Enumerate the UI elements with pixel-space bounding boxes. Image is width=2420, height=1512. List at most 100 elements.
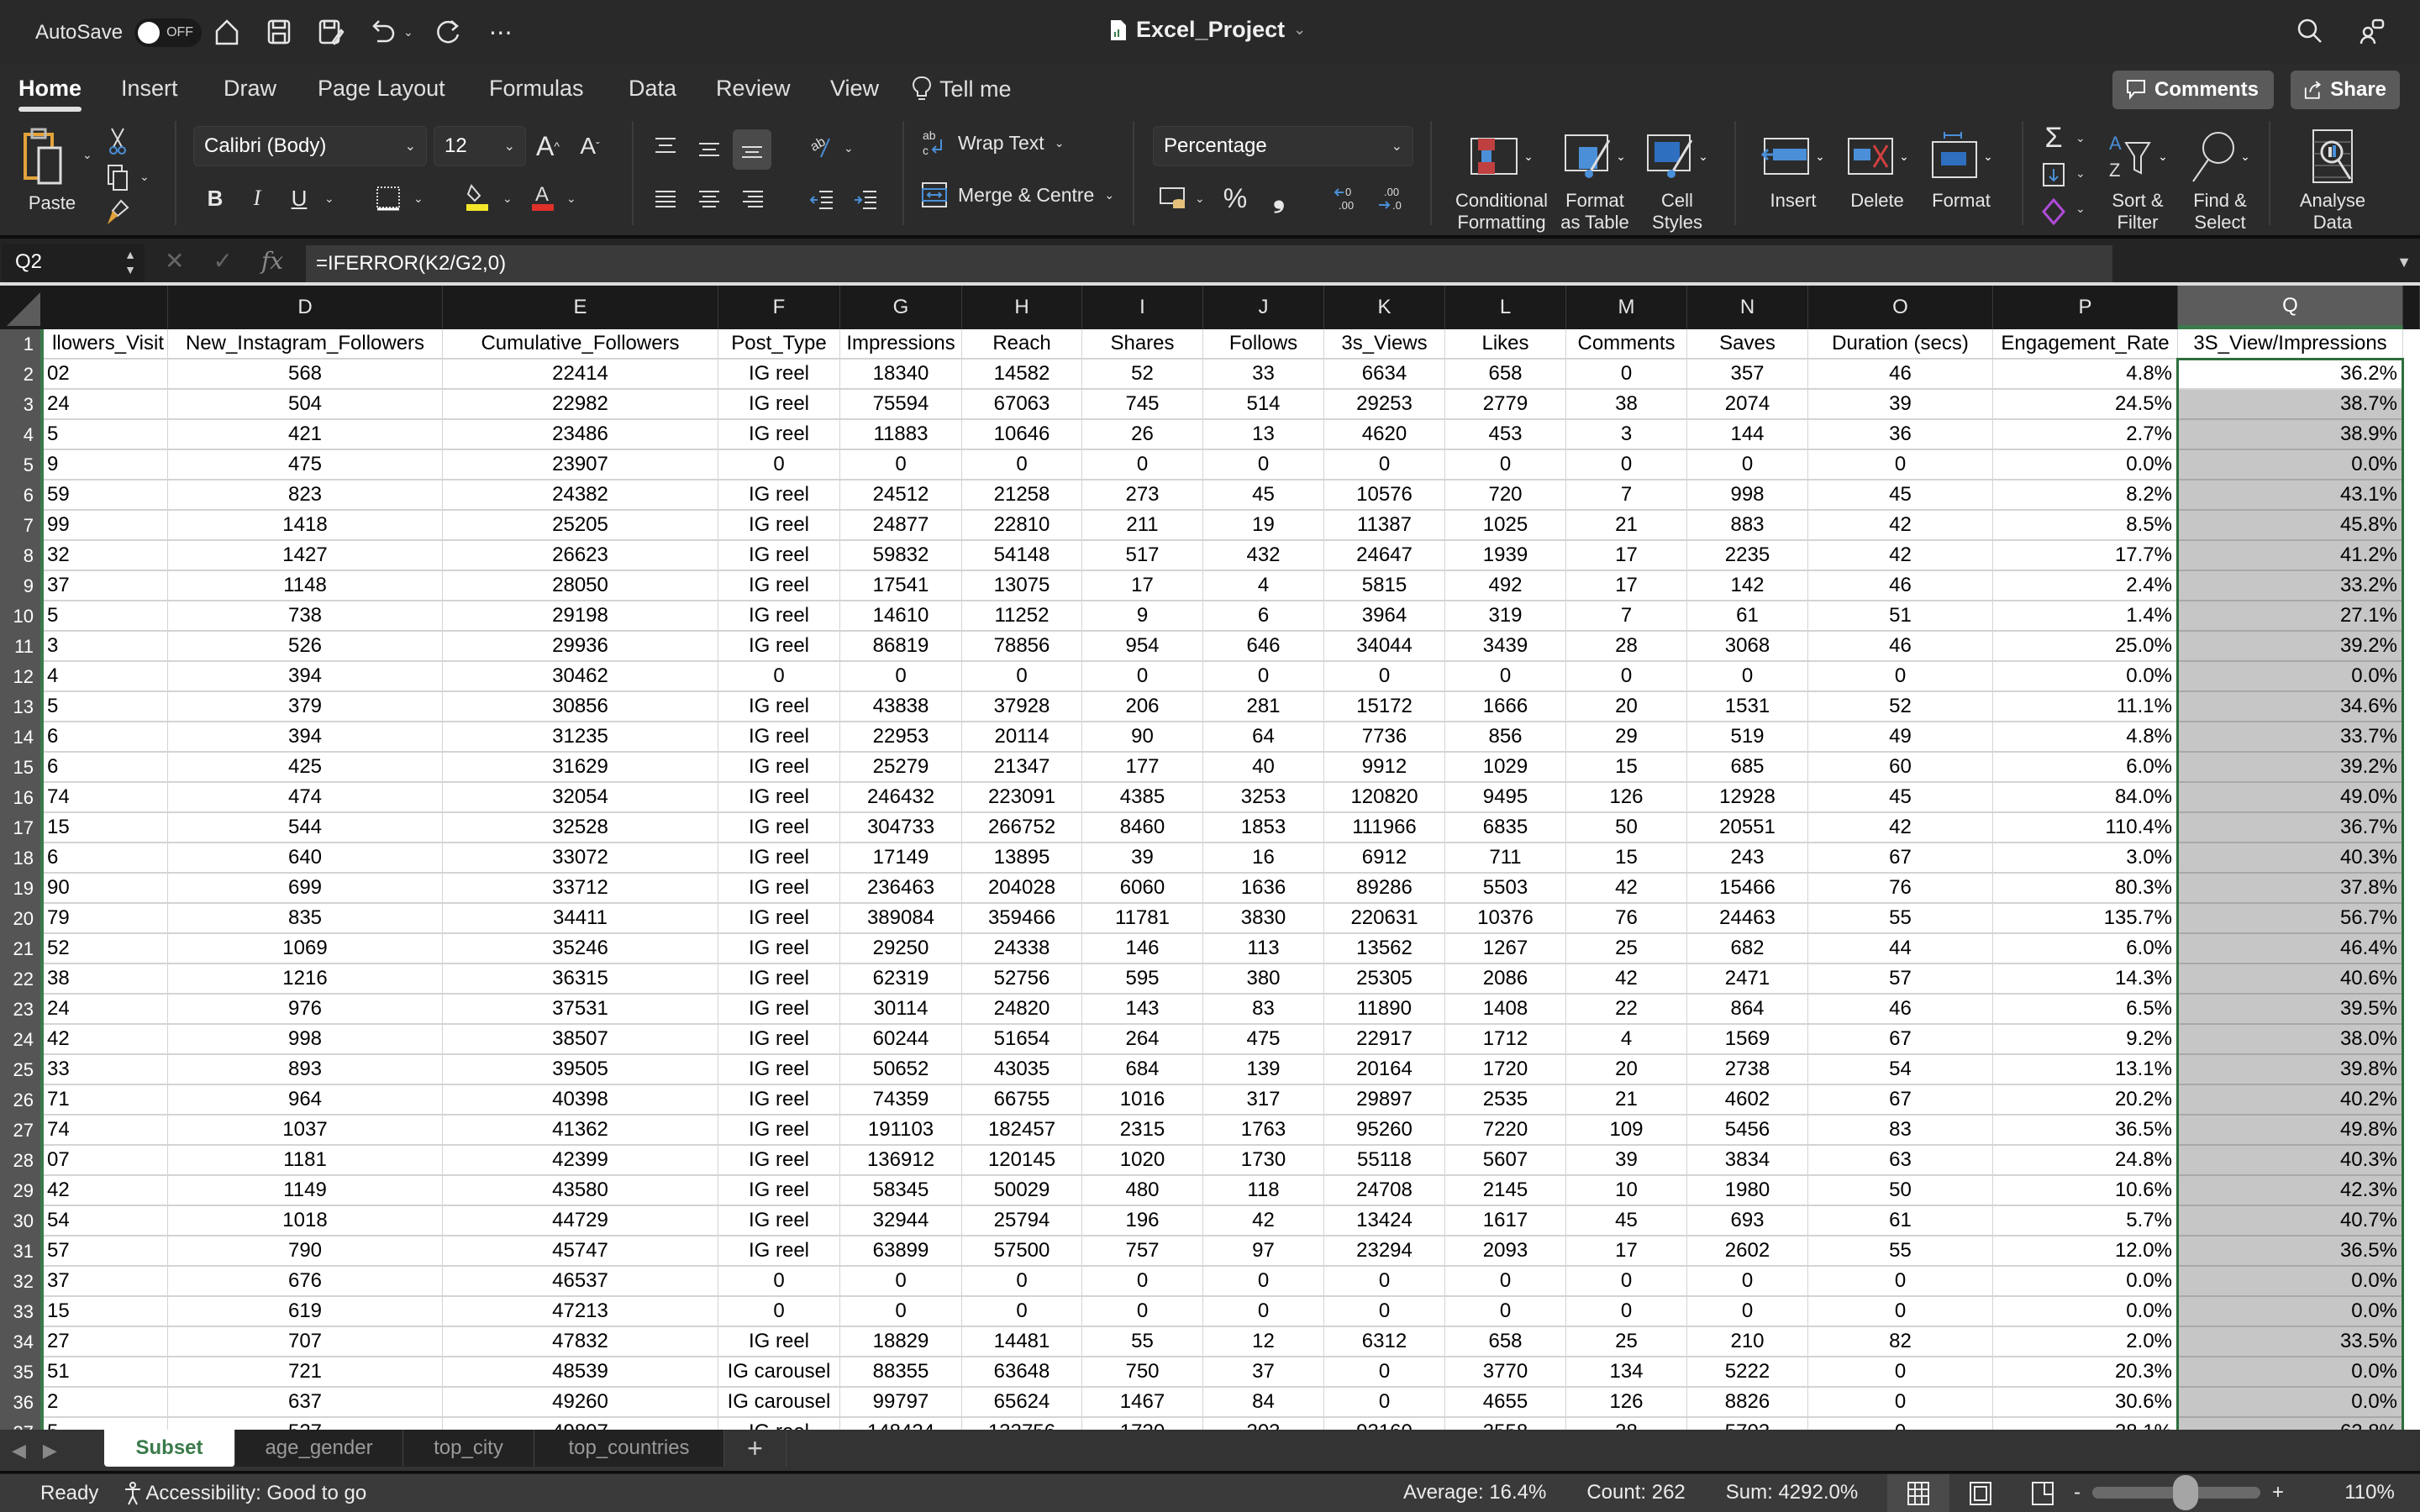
share-button[interactable]: Share xyxy=(2291,71,2400,109)
table-cell[interactable]: 49 xyxy=(1808,722,1993,753)
table-cell[interactable]: 99 xyxy=(44,511,168,541)
table-cell[interactable]: 0 xyxy=(1687,1267,1808,1297)
row-header[interactable]: 14 xyxy=(0,722,44,753)
table-cell[interactable]: 0 xyxy=(1566,360,1687,390)
table-cell[interactable]: 82 xyxy=(1808,1327,1993,1357)
table-cell[interactable]: 11883 xyxy=(840,420,962,450)
table-cell[interactable]: 47832 xyxy=(443,1327,718,1357)
table-cell[interactable]: 24.8% xyxy=(1993,1146,2178,1176)
table-cell[interactable]: 223091 xyxy=(962,783,1082,813)
table-cell[interactable]: 75594 xyxy=(840,390,962,420)
table-cell[interactable]: IG reel xyxy=(718,874,840,904)
increase-decimal-icon[interactable]: 0.00 xyxy=(1331,181,1365,215)
normal-view-button[interactable] xyxy=(1887,1474,1949,1512)
table-cell[interactable]: IG reel xyxy=(718,420,840,450)
table-cell[interactable]: 317 xyxy=(1203,1085,1324,1116)
column-header-H[interactable]: H xyxy=(962,286,1082,329)
undo-icon[interactable] xyxy=(366,15,400,49)
table-cell[interactable]: 28 xyxy=(1566,632,1687,662)
table-cell[interactable]: 43838 xyxy=(840,692,962,722)
table-cell[interactable]: 49.8% xyxy=(2178,1116,2403,1146)
table-cell[interactable]: 38507 xyxy=(443,1025,718,1055)
table-cell[interactable]: 738 xyxy=(168,601,443,632)
table-cell[interactable]: 9912 xyxy=(1324,753,1445,783)
table-cell[interactable]: 20164 xyxy=(1324,1055,1445,1085)
table-cell[interactable]: 110.4% xyxy=(1993,813,2178,843)
table-cell[interactable]: 113 xyxy=(1203,934,1324,964)
table-cell[interactable]: 394 xyxy=(168,722,443,753)
column-header-J[interactable]: J xyxy=(1203,286,1324,329)
table-cell[interactable]: IG carousel xyxy=(718,1357,840,1388)
table-cell[interactable]: 148424 xyxy=(840,1418,962,1430)
table-cell[interactable]: 46 xyxy=(1808,995,1993,1025)
fill-dropdown-icon[interactable]: ⌄ xyxy=(2075,166,2086,181)
table-cell[interactable]: 30856 xyxy=(443,692,718,722)
table-cell[interactable]: 3439 xyxy=(1445,632,1566,662)
table-cell[interactable]: 10576 xyxy=(1324,480,1445,511)
table-cell[interactable]: 17.7% xyxy=(1993,541,2178,571)
table-cell[interactable]: 0 xyxy=(1324,662,1445,692)
table-cell[interactable]: 46537 xyxy=(443,1267,718,1297)
table-cell[interactable]: 5503 xyxy=(1445,874,1566,904)
table-cell[interactable]: 84.0% xyxy=(1993,783,2178,813)
table-cell[interactable]: 78856 xyxy=(962,632,1082,662)
font-size-dropdown[interactable]: 12 ⌄ xyxy=(434,126,526,166)
row-header[interactable]: 3 xyxy=(0,390,44,420)
italic-button[interactable]: I xyxy=(240,181,274,215)
row-header[interactable]: 24 xyxy=(0,1025,44,1055)
table-cell[interactable]: 453 xyxy=(1445,420,1566,450)
table-cell[interactable]: 11387 xyxy=(1324,511,1445,541)
table-cell[interactable]: 24512 xyxy=(840,480,962,511)
table-cell[interactable]: 25 xyxy=(1566,1327,1687,1357)
table-cell[interactable]: 0.0% xyxy=(1993,1297,2178,1327)
table-cell[interactable]: 893 xyxy=(168,1055,443,1085)
zoom-out-button[interactable]: - xyxy=(2074,1481,2081,1504)
table-cell[interactable]: 3.0% xyxy=(1993,843,2178,874)
table-cell[interactable]: 658 xyxy=(1445,1327,1566,1357)
row-header[interactable]: 32 xyxy=(0,1267,44,1297)
table-cell[interactable]: 676 xyxy=(168,1267,443,1297)
table-cell[interactable]: 11781 xyxy=(1082,904,1203,934)
table-cell[interactable]: 273 xyxy=(1082,480,1203,511)
table-cell[interactable]: 1148 xyxy=(168,571,443,601)
table-cell[interactable]: 146 xyxy=(1082,934,1203,964)
row-header[interactable]: 37 xyxy=(0,1418,44,1430)
table-cell[interactable]: 133756 xyxy=(962,1418,1082,1430)
table-cell[interactable]: 1037 xyxy=(168,1116,443,1146)
underline-dropdown-icon[interactable]: ⌄ xyxy=(324,192,334,206)
table-cell[interactable]: 3068 xyxy=(1687,632,1808,662)
table-cell[interactable]: 136912 xyxy=(840,1146,962,1176)
table-cell[interactable]: 22414 xyxy=(443,360,718,390)
column-header-K[interactable]: K xyxy=(1324,286,1445,329)
table-cell[interactable]: 1.4% xyxy=(1993,601,2178,632)
table-cell[interactable]: 99797 xyxy=(840,1388,962,1418)
table-cell[interactable]: 0.0% xyxy=(1993,450,2178,480)
analyse-data-button[interactable]: Analyse Data xyxy=(2282,123,2383,234)
table-cell[interactable]: 4 xyxy=(44,662,168,692)
table-cell[interactable]: 1569 xyxy=(1687,1025,1808,1055)
table-cell[interactable]: 0.0% xyxy=(2178,450,2403,480)
table-cell[interactable]: 0 xyxy=(962,1267,1082,1297)
cancel-formula-icon[interactable]: ✕ xyxy=(165,247,184,275)
table-cell[interactable]: 5456 xyxy=(1687,1116,1808,1146)
table-cell[interactable]: 143 xyxy=(1082,995,1203,1025)
more-icon[interactable]: ⋯ xyxy=(484,15,518,49)
row-header[interactable]: 22 xyxy=(0,964,44,995)
table-cell[interactable]: 47213 xyxy=(443,1297,718,1327)
table-cell[interactable]: 51 xyxy=(1808,601,1993,632)
tell-me-search[interactable]: Tell me xyxy=(913,76,1012,102)
table-cell[interactable]: 10.6% xyxy=(1993,1176,2178,1206)
font-color-icon[interactable]: A xyxy=(526,180,560,213)
table-cell[interactable]: 1617 xyxy=(1445,1206,1566,1236)
table-cell[interactable]: 2 xyxy=(44,1388,168,1418)
table-cell[interactable]: 33.5% xyxy=(2178,1327,2403,1357)
table-cell[interactable]: 52 xyxy=(1082,360,1203,390)
table-cell[interactable]: IG reel xyxy=(718,632,840,662)
table-cell[interactable]: 14582 xyxy=(962,360,1082,390)
row-header[interactable]: 34 xyxy=(0,1327,44,1357)
table-cell[interactable]: 46 xyxy=(1808,632,1993,662)
table-cell[interactable]: 745 xyxy=(1082,390,1203,420)
select-all-corner[interactable] xyxy=(0,286,44,329)
table-cell[interactable]: 45 xyxy=(1203,480,1324,511)
table-cell[interactable]: 76 xyxy=(1566,904,1687,934)
